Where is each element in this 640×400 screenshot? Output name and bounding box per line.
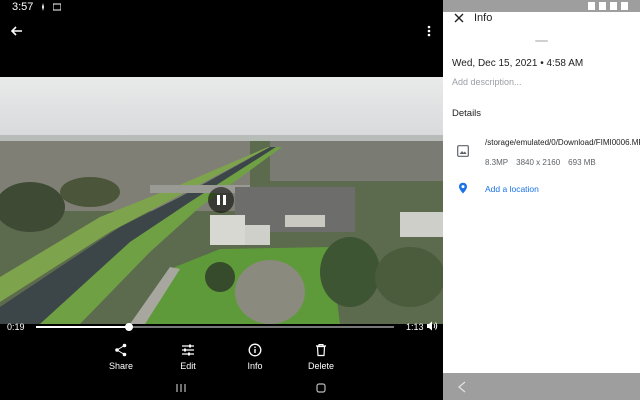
more-vert-icon[interactable]: [420, 20, 438, 42]
back-arrow-icon[interactable]: [6, 20, 28, 42]
seek-thumb[interactable]: [125, 323, 134, 331]
sliders-icon: [182, 344, 194, 356]
panel-title: Info: [474, 12, 493, 24]
capture-time: 4:58 AM: [546, 58, 584, 69]
current-time: 0:19: [7, 322, 25, 332]
description-field[interactable]: Add description...: [452, 77, 522, 87]
battery-icon: [621, 2, 628, 10]
capture-datetime: Wed, Dec 15, 2021 • 4:58 AM: [452, 58, 583, 69]
pause-bar-left: [216, 195, 220, 205]
pause-button[interactable]: [208, 187, 234, 213]
share-button[interactable]: Share: [96, 343, 146, 371]
info-button[interactable]: Info: [230, 343, 280, 371]
info-label: Info: [247, 361, 263, 371]
pause-bar-right: [222, 195, 226, 205]
add-location-link[interactable]: Add a location: [485, 184, 539, 194]
location-pin-icon: [459, 182, 467, 194]
seek-bar[interactable]: [36, 323, 394, 331]
drag-handle[interactable]: [535, 40, 548, 42]
signal-icon: [610, 2, 617, 10]
info-icon: [248, 343, 262, 357]
duration: 1:13: [406, 322, 424, 332]
edit-button[interactable]: Edit: [163, 343, 213, 371]
status-time: 3:57: [12, 1, 34, 13]
trash-icon: [316, 343, 326, 357]
file-megapixels: 8.3MP: [485, 158, 509, 167]
capture-date: Wed, Dec 15, 2021: [452, 58, 538, 69]
action-bar: Share Edit Info Delete: [0, 343, 443, 373]
details-heading: Details: [452, 108, 482, 119]
video-viewer: 3:57 0:19 1:13 Share Edit Info Delete: [0, 0, 443, 400]
nav-back-icon[interactable]: [457, 381, 467, 393]
notification-icon: [42, 3, 45, 11]
wifi-icon: [599, 2, 606, 10]
recents-icon[interactable]: [175, 382, 187, 394]
system-navigation-bar: [0, 378, 443, 400]
panel-navigation-bar: [443, 373, 640, 400]
file-path: /storage/emulated/0/Download/FIMI0006.MP…: [485, 138, 640, 147]
image-file-icon: [457, 145, 469, 157]
file-metadata: 8.3MP 3840 x 2160 693 MB: [485, 158, 596, 167]
volume-icon[interactable]: [426, 320, 438, 332]
panel-status-bar: [443, 0, 640, 12]
home-icon[interactable]: [315, 382, 327, 394]
share-icon: [115, 343, 127, 357]
file-resolution: 3840 x 2160: [516, 158, 561, 167]
status-bar: 3:57: [0, 0, 443, 14]
seek-progress: [36, 326, 130, 328]
delete-button[interactable]: Delete: [296, 343, 346, 371]
share-label: Share: [108, 361, 134, 371]
close-icon[interactable]: [452, 11, 466, 25]
edit-label: Edit: [180, 361, 196, 371]
alarm-icon: [588, 2, 595, 10]
file-size: 693 MB: [568, 158, 596, 167]
delete-label: Delete: [307, 361, 334, 371]
viewer-toolbar: [0, 18, 443, 46]
info-panel: Info Wed, Dec 15, 2021 • 4:58 AM Add des…: [443, 0, 640, 400]
image-notification-icon: [53, 3, 62, 11]
